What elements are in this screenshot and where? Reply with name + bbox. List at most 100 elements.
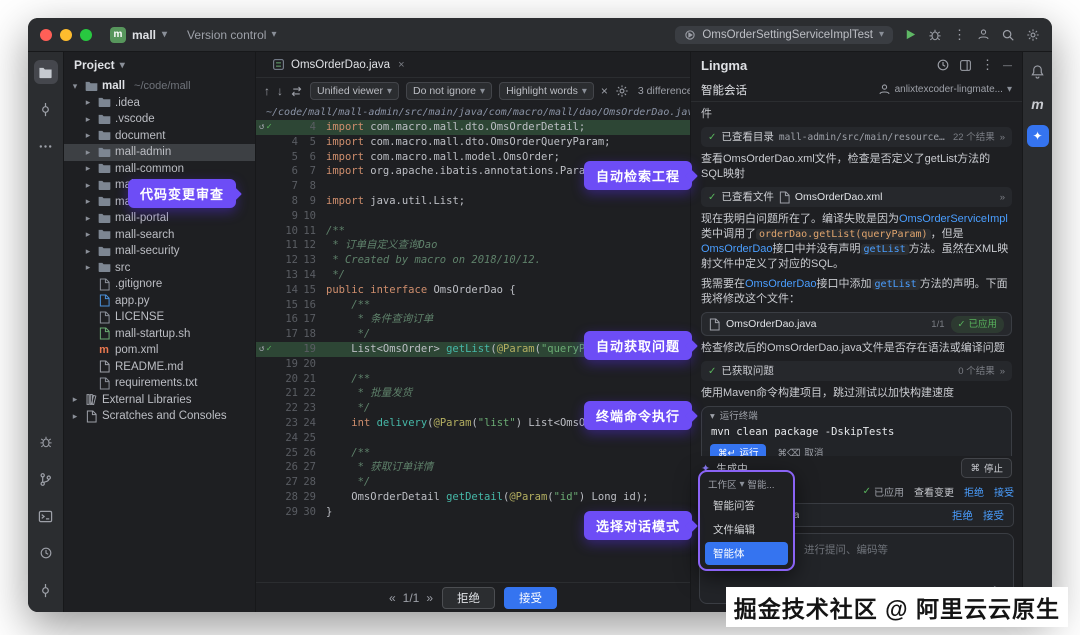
services-tool-icon[interactable] (34, 578, 58, 602)
tree-item-mall-security[interactable]: ▸ mall-security (64, 243, 255, 260)
tree-item-license[interactable]: LICENSE (64, 309, 255, 326)
chevron-right-icon[interactable]: ▸ (70, 394, 80, 405)
terminal-card-header[interactable]: ▾ 运行终端 (702, 407, 1011, 423)
tool-call-row[interactable]: ✓ 已查看文件 OmsOrderDao.xml » (701, 187, 1012, 207)
accept-button[interactable]: 接受 (504, 586, 558, 609)
tree-item-document[interactable]: ▸ document (64, 128, 255, 145)
lingma-plugin-icon[interactable]: ✦ (1026, 125, 1049, 147)
history-icon[interactable] (936, 58, 950, 72)
debug-button[interactable] (928, 28, 942, 42)
account-selector[interactable]: anlixtexcoder-lingmate... ▾ (878, 83, 1012, 96)
close-tab-icon[interactable]: × (398, 59, 404, 71)
mode-option-文件编辑[interactable]: 文件编辑 (705, 518, 788, 541)
commit-tool-icon[interactable] (34, 97, 58, 121)
stop-button[interactable]: ⌘ 停止 (961, 458, 1012, 478)
tree-item-mall-common[interactable]: ▸ mall-common (64, 161, 255, 178)
tree-item-mall[interactable]: ▾ mall ~/code/mall (64, 78, 255, 95)
chevron-right-icon[interactable]: ▸ (83, 246, 93, 257)
diff-settings-icon[interactable] (615, 84, 629, 98)
chevron-right-icon[interactable]: ▸ (83, 229, 93, 240)
chevron-right-icon[interactable]: ▸ (83, 163, 93, 174)
expand-icon[interactable]: » (1000, 190, 1005, 205)
reject-button[interactable]: 拒绝 (442, 586, 496, 609)
close-window-button[interactable] (40, 28, 52, 41)
zoom-window-button[interactable] (80, 28, 92, 41)
next-change-icon[interactable]: ↓ (277, 84, 283, 98)
revert-change-icon[interactable]: ↺ (259, 120, 264, 135)
tree-item-external-libraries[interactable]: ▸ External Libraries (64, 392, 255, 409)
reject-changes-button[interactable]: 拒绝 (964, 484, 984, 499)
chevron-right-icon[interactable]: ▸ (83, 147, 93, 158)
view-changes-button[interactable]: 查看变更 (914, 484, 954, 499)
tab-smart-session[interactable]: 智能会话 (701, 82, 747, 98)
chevron-right-icon[interactable]: ▸ (83, 114, 93, 125)
close-diff-icon[interactable]: × (601, 84, 608, 98)
debug-tool-icon[interactable] (34, 430, 58, 454)
tree-item-pom-xml[interactable]: m pom.xml (64, 342, 255, 359)
expand-icon[interactable]: » (1000, 130, 1005, 145)
tree-item-mall-admin[interactable]: ▸ mall-admin (64, 144, 255, 161)
minimize-window-button[interactable] (60, 28, 72, 41)
project-tool-icon[interactable] (33, 60, 58, 84)
viewer-mode-dropdown[interactable]: Unified viewer ▾ (310, 82, 399, 100)
previous-file-icon[interactable]: « (389, 591, 396, 605)
chat-area[interactable]: 件 ✓ 已查看目录 mall-admin/src/main/resources/dao… (691, 102, 1022, 456)
version-control-tool-icon[interactable] (34, 467, 58, 491)
chevron-right-icon[interactable]: ▸ (83, 196, 93, 207)
more-icon[interactable]: ⋮ (981, 57, 994, 73)
mode-option-智能问答[interactable]: 智能问答 (705, 494, 788, 517)
chevron-down-icon[interactable]: ▾ (70, 81, 80, 92)
chevron-right-icon[interactable]: ▸ (83, 97, 93, 108)
history-tool-icon[interactable] (34, 541, 58, 565)
expand-icon[interactable]: » (1000, 364, 1005, 379)
tree-item-requirements-txt[interactable]: requirements.txt (64, 375, 255, 392)
whitespace-dropdown[interactable]: Do not ignore ▾ (405, 82, 493, 100)
chevron-right-icon[interactable]: ▸ (83, 213, 93, 224)
tree-item-src[interactable]: ▸ src (64, 260, 255, 277)
tree-item-app-py[interactable]: app.py (64, 293, 255, 310)
tree-item-gitignore[interactable]: .gitignore (64, 276, 255, 293)
tree-item-scratches-and-consoles[interactable]: ▸ Scratches and Consoles (64, 408, 255, 425)
search-everywhere-icon[interactable] (1001, 28, 1015, 42)
file-accept-button[interactable]: 接受 (983, 508, 1004, 523)
new-session-icon[interactable] (959, 59, 972, 72)
chevron-right-icon[interactable]: ▸ (83, 130, 93, 141)
code-reference-link[interactable]: OmsOrderDao (745, 278, 817, 290)
changed-file-card[interactable]: OmsOrderDao.java 1/1 ✓ 已应用 (701, 312, 1012, 336)
minimize-panel-icon[interactable]: — (1003, 60, 1012, 70)
chevron-right-icon[interactable]: ▸ (83, 180, 93, 191)
editor-tab[interactable]: OmsOrderDao.java × (264, 52, 413, 77)
mode-option-智能体[interactable]: 智能体 (705, 542, 788, 565)
revert-change-icon[interactable]: ↺ (259, 342, 264, 357)
notifications-icon[interactable] (1026, 59, 1050, 83)
mode-popup-trigger[interactable]: 工作区 ▾ 智能... (703, 475, 790, 493)
run-command-button[interactable]: ⌘↵ 运行 (710, 444, 767, 456)
tool-call-row[interactable]: ✓ 已获取问题 0 个结果 » (701, 361, 1012, 381)
tree-item-readme-md[interactable]: README.md (64, 359, 255, 376)
m-plugin-icon[interactable]: m (1031, 96, 1043, 112)
code-reference-link[interactable]: OmsOrderDao (701, 243, 773, 255)
code-reference-link[interactable]: OmsOrderServiceImpl (899, 213, 1008, 225)
project-selector[interactable]: m mall ▾ (102, 24, 175, 46)
more-tool-windows-icon[interactable] (34, 134, 58, 158)
vcs-widget[interactable]: Version control ▾ (187, 28, 276, 42)
tree-item-mall-startup-sh[interactable]: mall-startup.sh (64, 326, 255, 343)
settings-icon[interactable] (1026, 28, 1040, 42)
next-file-icon[interactable]: » (426, 591, 433, 605)
run-button[interactable] (904, 28, 917, 41)
cancel-command-button[interactable]: ⌘⌫ 取消 (777, 446, 823, 456)
more-actions-icon[interactable]: ⋮ (953, 27, 966, 43)
chevron-right-icon[interactable]: ▸ (70, 411, 80, 422)
tree-item-mall-search[interactable]: ▸ mall-search (64, 227, 255, 244)
tree-item-vscode[interactable]: ▸ .vscode (64, 111, 255, 128)
accept-changes-button[interactable]: 接受 (994, 484, 1014, 499)
previous-change-icon[interactable]: ↑ (264, 84, 270, 98)
tool-call-row[interactable]: ✓ 已查看目录 mall-admin/src/main/resources/dao 2… (701, 127, 1012, 147)
tree-item-idea[interactable]: ▸ .idea (64, 95, 255, 112)
chevron-right-icon[interactable]: ▸ (83, 262, 93, 273)
collaboration-icon[interactable] (977, 28, 990, 41)
file-reject-button[interactable]: 拒绝 (952, 508, 973, 523)
highlight-dropdown[interactable]: Highlight words ▾ (499, 82, 594, 100)
project-panel-header[interactable]: Project ▾ (64, 52, 255, 78)
swap-sides-icon[interactable] (290, 85, 303, 98)
